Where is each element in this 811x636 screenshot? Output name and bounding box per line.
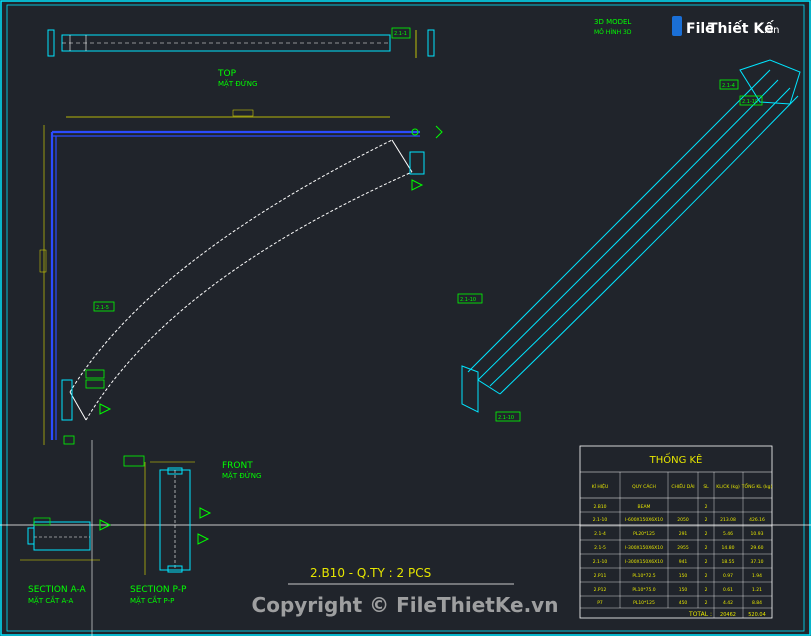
table-header-cell: QUY CÁCH <box>632 483 656 490</box>
table-cell: 450 <box>679 600 688 606</box>
table-cell: 1.94 <box>752 573 762 579</box>
table-cell: 2.P12 <box>594 587 607 593</box>
part-tag-top-right: 2.1-1 <box>394 31 407 37</box>
table-title: THỐNG KÊ <box>649 452 703 466</box>
table-cell: 1.21 <box>752 587 762 593</box>
table-cell: 2 <box>705 531 708 537</box>
table-cell: 2050 <box>677 517 689 523</box>
part-tag-elevation: 2.1-5 <box>96 305 109 311</box>
table-cell: 10.93 <box>751 531 764 537</box>
table-cell: 2.1-10 <box>593 559 608 565</box>
view-title-3d: 3D MODEL <box>594 18 631 26</box>
table-cell: PL10*75.0 <box>632 587 655 593</box>
logo-brand-suffix: .vn <box>764 25 779 36</box>
table-cell: I-300X150X6X10 <box>625 545 663 551</box>
section-aa-view <box>20 517 112 561</box>
table-cell: 213.08 <box>720 517 736 523</box>
drawing-main-title: 2.B10 - Q.TY : 2 PCS <box>310 566 431 580</box>
table-cell: I-300X150X6X10 <box>625 559 663 565</box>
table-cell: 2 <box>705 517 708 523</box>
table-body: 2.B10 BEAM 2 2.1-10 I-600X150X6X10 2050 2 213.0… <box>593 504 765 606</box>
table-cell: 5.46 <box>723 531 733 537</box>
view-title-front: FRONT <box>222 461 253 471</box>
table-cell: PL20*125 <box>633 531 655 537</box>
part-tag-model-bottom: 2.1-10 <box>498 415 514 421</box>
table-cell: PL10*125 <box>633 600 655 606</box>
table-header-cell: KÍ HIỆU <box>592 482 609 490</box>
part-tag-model-mid: 2.1-10 <box>460 297 476 303</box>
view-subtitle-3d: MÔ HÌNH 3D <box>594 29 632 36</box>
table-header-row: KÍ HIỆU QUY CÁCH CHIỀU DÀI SL KL/CK (kg) TỔNG… <box>592 482 773 490</box>
top-plan-view <box>47 27 435 58</box>
front-elevation <box>39 109 443 445</box>
table-total-length: 20462 <box>720 612 736 618</box>
view-subtitle-section-pp: MẶT CẮT P-P <box>130 595 174 605</box>
table-cell: 2.1-4 <box>594 531 606 537</box>
part-tag-model-right: 2.1-10 <box>742 99 758 105</box>
table-cell: 2.B10 <box>593 504 606 510</box>
table-cell: 37.10 <box>751 559 764 565</box>
view-subtitle-section-aa: MẶT CẮT A-A <box>28 595 74 605</box>
table-cell: BEAM <box>638 504 651 510</box>
table-cell: 14.80 <box>722 545 735 551</box>
table-cell: I-600X150X6X10 <box>625 517 663 523</box>
table-cell: 2 <box>705 559 708 565</box>
table-cell: 150 <box>679 587 688 593</box>
3d-model-view <box>457 59 801 422</box>
view-title-section-pp: SECTION P-P <box>130 585 187 595</box>
logo-icon <box>672 16 682 36</box>
sheet-inner-border <box>6 4 805 632</box>
table-header-cell: KL/CK (kg) <box>716 484 740 490</box>
table-cell: 291 <box>679 531 688 537</box>
table-total-label: TOTAL : <box>688 611 712 618</box>
view-title-top: TOP <box>217 69 237 79</box>
table-total-weight: 520.04 <box>748 612 766 618</box>
table-cell: 2 <box>705 587 708 593</box>
table-header-cell: TỔNG KL (kg) <box>741 482 773 490</box>
view-subtitle-front: MẶT ĐỨNG <box>222 471 261 480</box>
table-cell: 2 <box>705 504 708 510</box>
cad-sheet: TOP MẶT ĐỨNG 3D MODEL MÔ HÌNH 3D FRONT M… <box>0 0 811 636</box>
table-cell: PL10*72.5 <box>632 573 655 579</box>
table-header-cell: CHIỀU DÀI <box>671 482 694 490</box>
cad-drawing-canvas: TOP MẶT ĐỨNG 3D MODEL MÔ HÌNH 3D FRONT M… <box>0 0 811 636</box>
filethietke-logo: File Thiết Kế .vn <box>672 16 779 37</box>
table-cell: 0.97 <box>723 573 733 579</box>
table-header-cell: SL <box>703 484 709 490</box>
table-cell: 18.55 <box>722 559 735 565</box>
table-cell: 941 <box>679 559 688 565</box>
table-cell: 2.P11 <box>594 573 607 579</box>
view-subtitle-top: MẶT ĐỨNG <box>218 79 257 88</box>
table-cell: 2 <box>705 545 708 551</box>
table-cell: 4.42 <box>723 600 733 606</box>
table-cell: 2 <box>705 600 708 606</box>
table-cell: 8.84 <box>752 600 762 606</box>
view-title-section-aa: SECTION A-A <box>28 585 87 595</box>
copyright-watermark: Copyright © FileThietKe.vn <box>252 593 559 617</box>
table-cell: 2955 <box>677 545 689 551</box>
table-cell: 2.1-10 <box>593 517 608 523</box>
table-cell: 150 <box>679 573 688 579</box>
table-cell: 2.1-5 <box>594 545 606 551</box>
part-tag-model-top: 2.1-4 <box>722 83 735 89</box>
section-pp-view <box>123 455 212 575</box>
table-cell: 0.61 <box>723 587 733 593</box>
table-cell: 2 <box>705 573 708 579</box>
table-cell: 29.60 <box>751 545 764 551</box>
schedule-table-frame <box>579 445 773 619</box>
table-cell: P7 <box>597 600 603 606</box>
table-cell: 426.16 <box>749 517 765 523</box>
